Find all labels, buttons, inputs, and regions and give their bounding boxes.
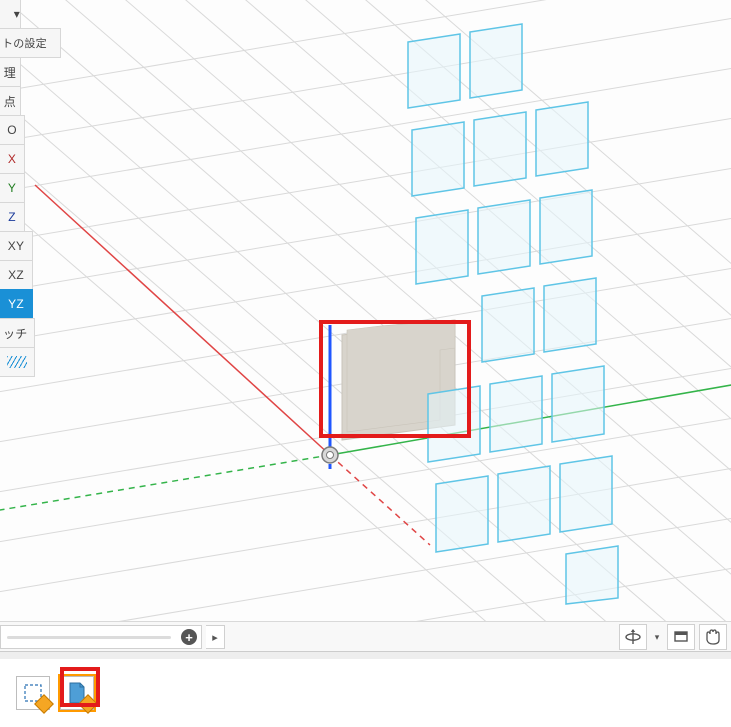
x-axis-label: X <box>8 152 16 166</box>
timeline-expand-button[interactable]: ▸ <box>206 625 225 649</box>
look-at-icon <box>672 628 690 646</box>
x-axis-button[interactable]: X <box>0 144 25 174</box>
timeline-bar: + ▸ ▾ <box>0 621 731 652</box>
yz-plane-button[interactable]: YZ <box>0 289 33 319</box>
tool-management-label: 理 <box>4 64 16 81</box>
origin-button[interactable]: O <box>0 115 25 145</box>
z-axis-button[interactable]: Z <box>0 202 25 232</box>
hatch-button[interactable]: ッチ <box>0 318 35 348</box>
origin-label: O <box>7 123 17 137</box>
z-axis-label: Z <box>8 210 16 224</box>
pencil-icon <box>78 694 98 714</box>
orbit-icon <box>624 628 642 646</box>
pattern-copies[interactable] <box>0 0 731 651</box>
tool-point-label: 点 <box>4 93 16 110</box>
drawing-tabs <box>0 659 731 727</box>
pan-hand-icon <box>703 628 723 646</box>
xy-plane-label: XY <box>8 239 24 253</box>
orbit-button[interactable] <box>619 624 647 650</box>
y-axis-button[interactable]: Y <box>0 173 25 203</box>
xz-plane-button[interactable]: XZ <box>0 260 33 290</box>
y-axis-label: Y <box>8 181 16 195</box>
tool-point[interactable]: 点 <box>0 86 21 116</box>
chevron-down-icon: ▾ <box>14 7 20 21</box>
settings-label: トの設定 <box>2 35 47 51</box>
viewport-3d[interactable] <box>0 0 731 651</box>
timeline-slider[interactable]: + <box>0 625 202 649</box>
hatch-icon <box>7 356 27 368</box>
dropdown-toggle[interactable]: ▾ <box>0 0 21 29</box>
pan-button[interactable] <box>699 624 727 650</box>
drawing-thumb-sketch[interactable] <box>16 676 50 710</box>
xy-plane-button[interactable]: XY <box>0 231 33 261</box>
xz-plane-label: XZ <box>8 268 24 282</box>
side-toolbar: ▾ トの設定 理 点 O X Y Z XY XZ YZ ッチ <box>0 0 40 377</box>
view-nav-cluster: ▾ <box>619 624 727 650</box>
yz-plane-label: YZ <box>8 297 24 311</box>
orbit-dropdown[interactable]: ▾ <box>651 632 663 643</box>
pencil-icon <box>34 694 54 714</box>
hatch-label: ッチ <box>3 325 27 342</box>
drawing-thumb-page[interactable] <box>60 676 94 710</box>
timeline-add-button[interactable]: + <box>181 629 197 645</box>
tool-management[interactable]: 理 <box>0 57 21 87</box>
settings-button[interactable]: トの設定 <box>0 28 61 58</box>
look-at-button[interactable] <box>667 624 695 650</box>
